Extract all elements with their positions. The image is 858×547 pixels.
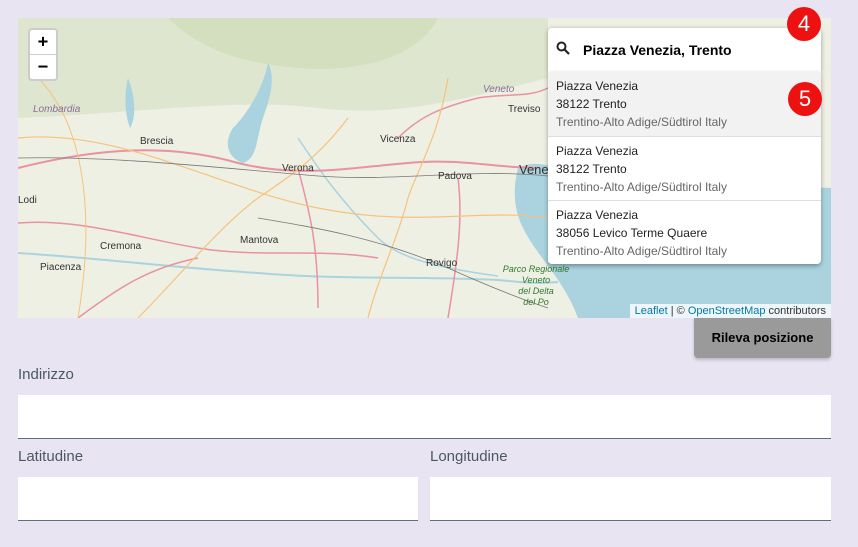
detect-location-button[interactable]: Rileva posizione (694, 318, 831, 358)
openstreetmap-link[interactable]: OpenStreetMap (688, 305, 766, 317)
attribution-separator: | © (667, 305, 688, 317)
result-street: Piazza Venezia (556, 79, 639, 93)
map-city-label: Treviso (508, 104, 541, 115)
park-label-line: Parco Regionale (502, 264, 570, 274)
park-label-line: del Po (523, 297, 549, 307)
map-city-label: Vicenza (380, 134, 416, 145)
map-city-label: Verona (282, 163, 314, 174)
map-city-label: Piacenza (40, 262, 82, 273)
address-label: Indirizzo (18, 366, 74, 383)
result-region: Trentino-Alto Adige/Südtirol Italy (556, 115, 727, 129)
latitude-label: Latitudine (18, 448, 84, 465)
search-result-item[interactable]: Piazza Venezia 38056 Levico Terme Quaere… (548, 200, 821, 264)
map-city-label: Cremona (100, 241, 142, 252)
search-result-item[interactable]: Piazza Venezia 38122 Trento Trentino-Alt… (548, 136, 821, 200)
longitude-label: Longitudine (430, 448, 508, 465)
map-city-label: Mantova (240, 235, 279, 246)
search-result-item[interactable]: Piazza Venezia 38122 Trento Trentino-Alt… (548, 72, 821, 136)
map-city-label: Rovigo (426, 258, 458, 269)
longitude-input[interactable] (430, 477, 831, 521)
result-region: Trentino-Alto Adige/Südtirol Italy (556, 244, 727, 258)
zoom-out-button[interactable]: − (30, 55, 56, 79)
zoom-in-button[interactable]: + (30, 30, 56, 55)
map-city-label: Padova (438, 171, 472, 182)
leaflet-link[interactable]: Leaflet (635, 305, 668, 317)
latitude-input[interactable] (18, 477, 418, 521)
map-park-label: Parco Regionale Veneto del Delta del Po (496, 264, 576, 308)
map-city-label: Brescia (140, 136, 174, 147)
search-box[interactable]: Piazza Venezia, Trento (548, 28, 821, 72)
address-input[interactable] (18, 395, 831, 439)
search-icon (556, 41, 570, 60)
park-label-line: Veneto (521, 275, 551, 285)
result-region: Trentino-Alto Adige/Südtirol Italy (556, 180, 727, 194)
zoom-control: + − (28, 28, 58, 81)
search-results-list: Piazza Venezia 38122 Trento Trentino-Alt… (548, 72, 821, 264)
result-city: 38122 Trento (556, 97, 627, 111)
map-region-label: Veneto (483, 84, 515, 95)
step-badge-5: 5 (788, 82, 822, 116)
map-region-label: Lombardia (33, 104, 81, 115)
result-street: Piazza Venezia (556, 208, 639, 222)
park-label-line: del Delta (518, 286, 554, 296)
step-badge-4: 4 (787, 7, 821, 41)
result-city: 38122 Trento (556, 162, 627, 176)
map-attribution: Leaflet | © OpenStreetMap contributors (629, 304, 831, 318)
result-city: 38056 Levico Terme Quaere (556, 226, 708, 240)
attribution-suffix: contributors (765, 305, 826, 317)
map-city-label: Lodi (18, 195, 37, 206)
result-street: Piazza Venezia (556, 144, 639, 158)
search-input[interactable]: Piazza Venezia, Trento (583, 42, 732, 58)
